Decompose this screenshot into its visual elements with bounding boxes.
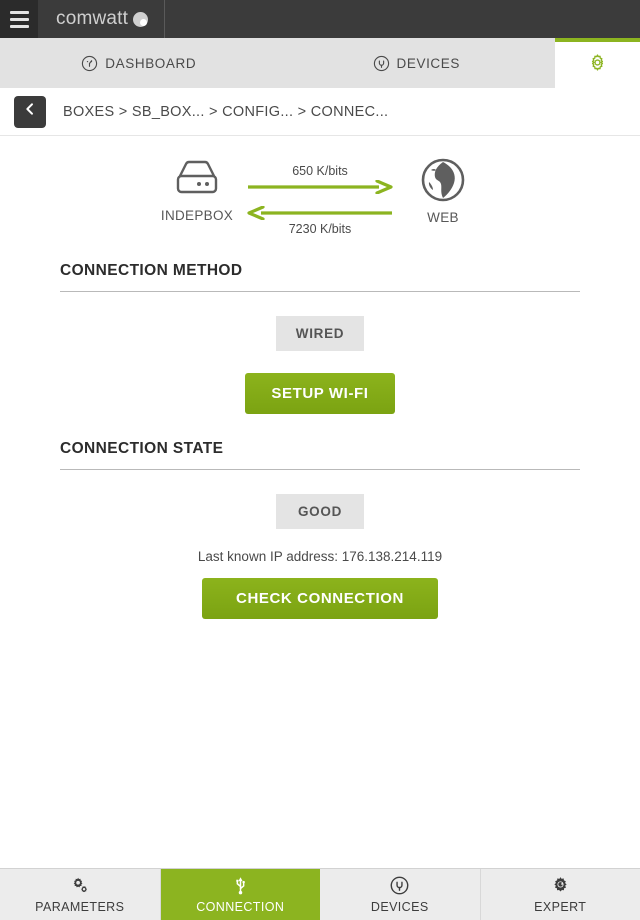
nav-item-devices-label: DEVICES [370, 900, 429, 915]
breadcrumb-bar: BOXES > SB_BOX... > CONFIG... > CONNEC..… [0, 88, 640, 136]
hamburger-bar [9, 10, 29, 14]
section-divider [60, 469, 580, 470]
brand-logo[interactable]: comwatt [38, 0, 166, 38]
hamburger-icon[interactable] [0, 0, 38, 38]
node-indepbox: INDEPBOX [149, 158, 245, 223]
download-arrow-icon [247, 205, 393, 221]
section-divider [60, 291, 580, 292]
bottom-navigation: PARAMETERS CONNECTION DEVICES EXPERT [0, 868, 640, 920]
server-box-icon [171, 158, 223, 205]
gear-wrench-icon [550, 875, 571, 899]
tab-dashboard-label: DASHBOARD [105, 55, 197, 71]
dashboard-gauge-icon [81, 55, 98, 72]
globe-icon [421, 158, 465, 207]
brand-name: comwatt [56, 8, 129, 29]
nav-item-parameters-label: PARAMETERS [35, 900, 125, 915]
tab-dashboard[interactable]: DASHBOARD [0, 38, 278, 88]
main-content: INDEPBOX 650 K/bits 7230 K/bits WEB CONN… [0, 136, 640, 619]
nav-item-expert-label: EXPERT [534, 900, 587, 915]
upload-rate-label: 650 K/bits [292, 164, 348, 178]
usb-icon [230, 875, 251, 899]
connection-method-badge: WIRED [276, 316, 364, 351]
plug-icon [389, 875, 410, 899]
tab-devices-label: DEVICES [396, 55, 460, 71]
hamburger-bar [9, 24, 29, 28]
gear-icon [588, 53, 607, 77]
connection-diagram: INDEPBOX 650 K/bits 7230 K/bits WEB [60, 136, 580, 236]
traffic-flows: 650 K/bits 7230 K/bits [245, 158, 395, 236]
settings-tab[interactable] [555, 38, 640, 88]
nav-item-parameters[interactable]: PARAMETERS [0, 869, 161, 920]
back-button[interactable] [14, 95, 46, 128]
node-indepbox-label: INDEPBOX [160, 208, 234, 223]
last-known-ip: Last known IP address: 176.138.214.119 [197, 549, 443, 564]
node-web: WEB [395, 158, 491, 225]
tabs-group: DASHBOARD DEVICES [0, 38, 555, 88]
connection-method-title: CONNECTION METHOD [60, 262, 243, 279]
plug-icon [373, 55, 390, 72]
hamburger-bar [9, 17, 29, 21]
breadcrumb[interactable]: BOXES > SB_BOX... > CONFIG... > CONNEC..… [63, 104, 388, 120]
comwatt-logo-icon [133, 11, 149, 27]
upload-arrow-icon [247, 179, 393, 195]
tab-devices[interactable]: DEVICES [278, 38, 556, 88]
check-connection-button[interactable]: CHECK CONNECTION [202, 578, 438, 619]
gears-icon [69, 875, 90, 899]
nav-item-devices[interactable]: DEVICES [320, 869, 481, 920]
chevron-left-icon [22, 101, 38, 122]
nav-item-connection[interactable]: CONNECTION [160, 869, 320, 920]
app-header: comwatt [0, 0, 640, 38]
download-rate-label: 7230 K/bits [288, 222, 352, 236]
nav-item-expert[interactable]: EXPERT [480, 869, 640, 920]
main-tabbar: DASHBOARD DEVICES [0, 38, 640, 88]
connection-state-badge: GOOD [276, 494, 364, 529]
setup-wifi-button[interactable]: SETUP WI-FI [245, 373, 395, 414]
connection-state-title: CONNECTION STATE [60, 440, 224, 457]
node-web-label: WEB [427, 210, 459, 225]
nav-item-connection-label: CONNECTION [196, 900, 285, 915]
